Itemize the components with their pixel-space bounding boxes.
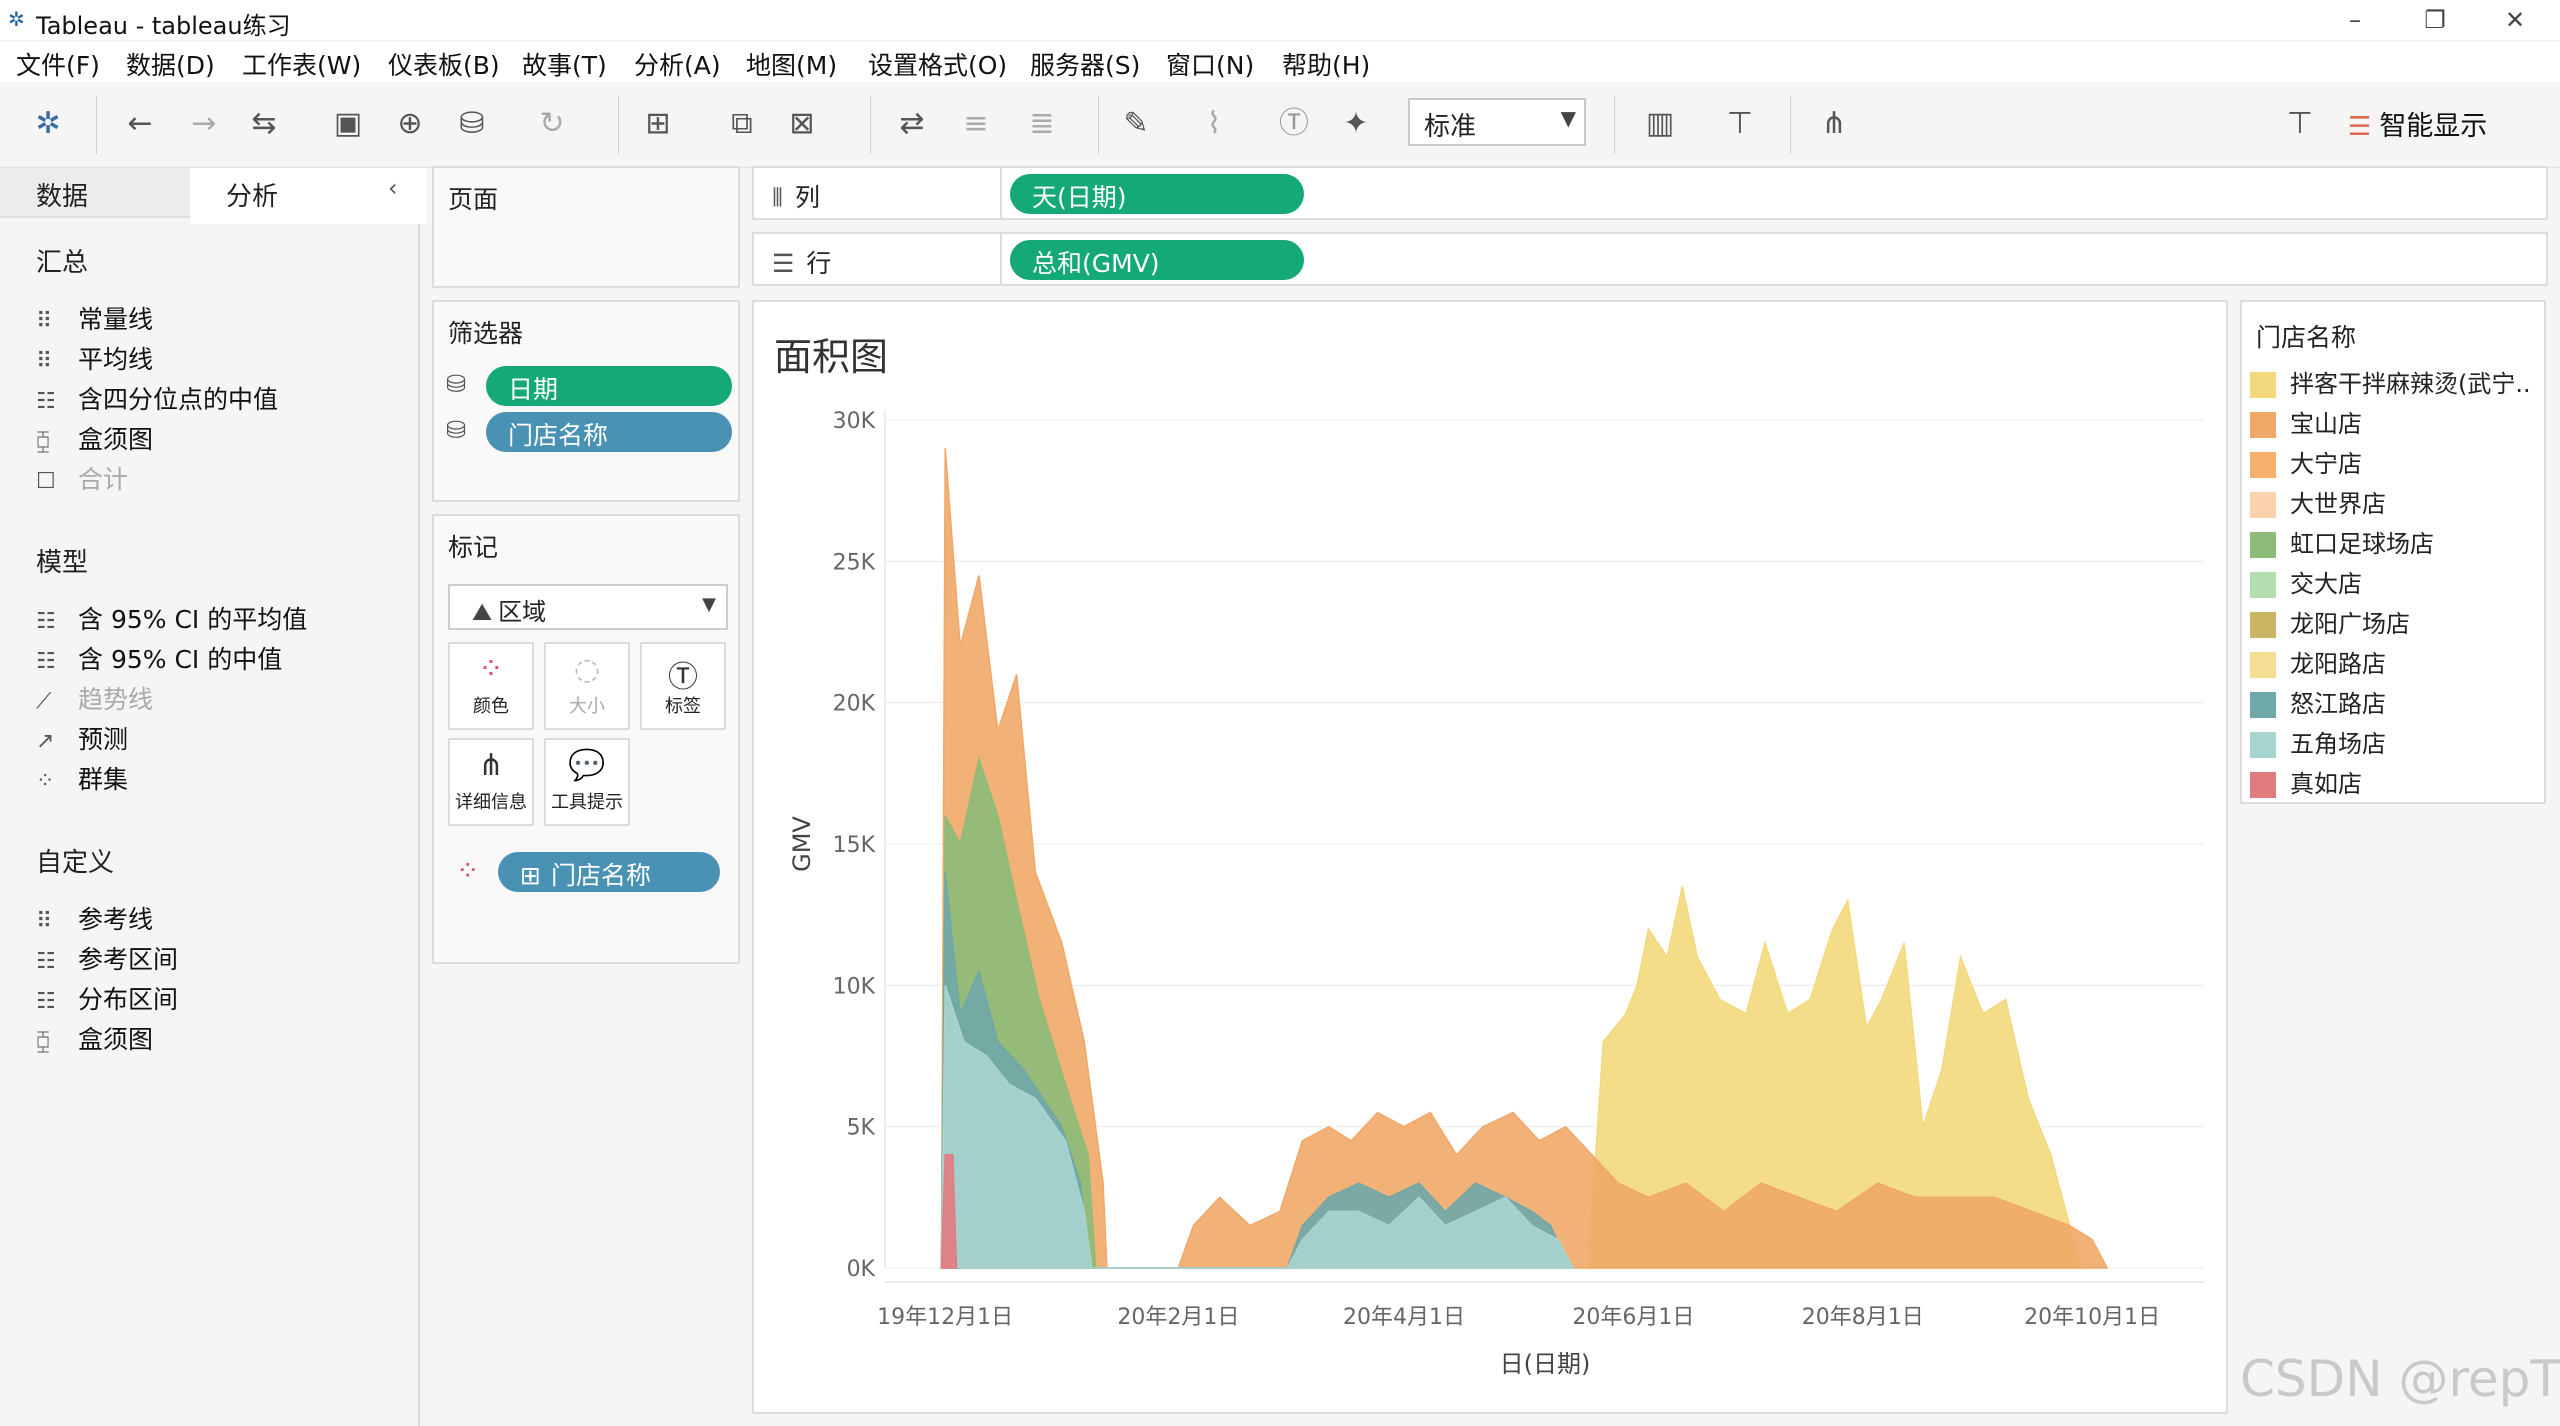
legend-label: 虹口足球场店: [2290, 530, 2434, 558]
legend-item[interactable]: 宝山店: [2250, 404, 2362, 440]
legend-label: 大世界店: [2290, 490, 2386, 518]
y-tick-label: 25K: [833, 550, 876, 575]
color-legend[interactable]: 门店名称 拌客干拌麻辣烫(武宁.. 宝山店大宁店大世界店虹口足球场店 交大店龙阳广场…: [2240, 300, 2546, 804]
legend-item[interactable]: 龙阳路店: [2250, 644, 2386, 680]
x-axis-title: 日(日期): [1500, 1350, 1591, 1378]
x-tick-label: 20年4月1日: [1343, 1305, 1465, 1330]
legend-label: 拌客干拌麻辣烫(武宁..: [2290, 370, 2531, 398]
legend-label: 大宁店: [2290, 450, 2362, 478]
legend-label: 真如店: [2290, 770, 2362, 798]
legend-item[interactable]: 怒江路店: [2250, 684, 2386, 720]
watermark: CSDN @repTV: [2240, 1350, 2560, 1408]
x-tick-label: 20年2月1日: [1117, 1305, 1239, 1330]
legend-item[interactable]: 拌客干拌麻辣烫(武宁..: [2250, 364, 2531, 400]
legend-item[interactable]: 虹口足球场店: [2250, 524, 2434, 560]
legend-swatch: [2250, 492, 2276, 518]
y-tick-label: 30K: [833, 409, 876, 434]
y-tick-label: 5K: [847, 1116, 876, 1141]
legend-swatch: [2250, 612, 2276, 638]
legend-swatch: [2250, 652, 2276, 678]
legend-swatch: [2250, 772, 2276, 798]
legend-item[interactable]: 大世界店: [2250, 484, 2386, 520]
legend-item[interactable]: 龙阳广场店: [2250, 604, 2410, 640]
y-tick-label: 0K: [847, 1257, 876, 1282]
x-tick-label: 20年6月1日: [1572, 1305, 1694, 1330]
y-axis-title: GMV: [788, 816, 816, 872]
legend-swatch: [2250, 372, 2276, 398]
legend-swatch: [2250, 732, 2276, 758]
legend-label: 龙阳路店: [2290, 650, 2386, 678]
x-tick-label: 19年12月1日: [877, 1305, 1013, 1330]
legend-label: 交大店: [2290, 570, 2362, 598]
legend-label: 龙阳广场店: [2290, 610, 2410, 638]
legend-label: 宝山店: [2290, 410, 2362, 438]
legend-swatch: [2250, 412, 2276, 438]
x-tick-label: 20年10月1日: [2024, 1305, 2160, 1330]
y-tick-label: 10K: [833, 974, 876, 999]
legend-swatch: [2250, 692, 2276, 718]
x-tick-label: 20年8月1日: [1802, 1305, 1924, 1330]
area-chart: 0K 5K 10K 15K 20K 25K 30K 19年12月1日 20年2月1日 20年4月1…: [788, 409, 2205, 1378]
y-tick-label: 20K: [833, 692, 876, 717]
legend-swatch: [2250, 452, 2276, 478]
legend-item[interactable]: 五角场店: [2250, 724, 2386, 760]
legend-title: 门店名称: [2256, 323, 2357, 352]
legend-item[interactable]: 大宁店: [2250, 444, 2362, 480]
y-tick-label: 15K: [833, 833, 876, 858]
legend-swatch: [2250, 572, 2276, 598]
legend-item[interactable]: 交大店: [2250, 564, 2362, 600]
legend-label: 五角场店: [2290, 730, 2386, 758]
legend-item[interactable]: 真如店: [2250, 764, 2362, 800]
legend-label: 怒江路店: [2290, 690, 2386, 718]
legend-swatch: [2250, 532, 2276, 558]
